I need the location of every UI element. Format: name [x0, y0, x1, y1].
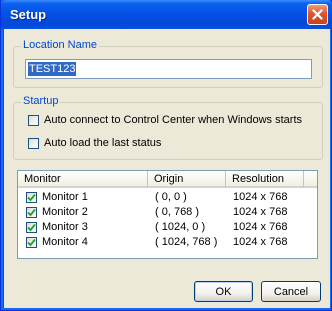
monitor-resolution: 1024 x 768 [233, 236, 288, 248]
monitor-2-checkbox[interactable] [26, 207, 37, 218]
cancel-button[interactable]: Cancel [261, 281, 321, 302]
ok-button[interactable]: OK [194, 281, 253, 302]
location-name-label: Location Name [21, 39, 99, 51]
monitor-list[interactable]: Monitor Origin Resolution Monitor 1 ( 0,… [17, 170, 318, 259]
auto-connect-option[interactable]: Auto connect to Control Center when Wind… [28, 114, 302, 126]
column-header-filler [304, 171, 317, 188]
column-header-origin[interactable]: Origin [148, 171, 226, 188]
monitor-resolution: 1024 x 768 [233, 221, 288, 233]
auto-load-label: Auto load the last status [44, 137, 162, 149]
location-name-value: TEST123 [28, 62, 77, 76]
setup-dialog: Setup Location Name TEST123 Startup Auto… [0, 0, 332, 311]
check-icon [27, 208, 36, 217]
auto-load-checkbox[interactable] [28, 137, 39, 149]
location-name-input[interactable]: TEST123 [25, 59, 312, 79]
monitor-origin: ( 0, 768 ) [155, 206, 200, 218]
table-row[interactable]: Monitor 3 ( 1024, 0 ) 1024 x 768 [18, 221, 317, 234]
window-title: Setup [10, 7, 47, 22]
table-row[interactable]: Monitor 2 ( 0, 768 ) 1024 x 768 [18, 206, 317, 219]
table-row[interactable]: Monitor 1 ( 0, 0 ) 1024 x 768 [18, 191, 317, 204]
monitor-3-checkbox[interactable] [26, 222, 37, 233]
monitor-4-checkbox[interactable] [26, 237, 37, 248]
monitor-list-header: Monitor Origin Resolution [18, 171, 317, 188]
close-button[interactable] [307, 4, 328, 25]
check-icon [27, 223, 36, 232]
auto-load-option[interactable]: Auto load the last status [28, 137, 161, 149]
title-bar[interactable]: Setup [1, 0, 332, 29]
monitor-resolution: 1024 x 768 [233, 206, 288, 218]
startup-label: Startup [21, 95, 61, 107]
close-icon [312, 9, 323, 20]
column-header-resolution[interactable]: Resolution [226, 171, 304, 188]
monitor-1-checkbox[interactable] [26, 192, 37, 203]
monitor-origin: ( 1024, 0 ) [155, 221, 206, 233]
monitor-name: Monitor 1 [42, 191, 88, 203]
auto-connect-checkbox[interactable] [28, 114, 39, 126]
monitor-name: Monitor 3 [42, 221, 88, 233]
monitor-resolution: 1024 x 768 [233, 191, 288, 203]
auto-connect-label: Auto connect to Control Center when Wind… [44, 114, 303, 126]
check-icon [27, 193, 36, 202]
check-icon [27, 238, 36, 247]
table-row[interactable]: Monitor 4 ( 1024, 768 ) 1024 x 768 [18, 236, 317, 249]
startup-group: Startup [13, 95, 323, 160]
monitor-name: Monitor 2 [42, 206, 88, 218]
column-header-monitor[interactable]: Monitor [18, 171, 148, 188]
monitor-origin: ( 0, 0 ) [155, 191, 187, 203]
monitor-origin: ( 1024, 768 ) [155, 236, 218, 248]
monitor-name: Monitor 4 [42, 236, 88, 248]
